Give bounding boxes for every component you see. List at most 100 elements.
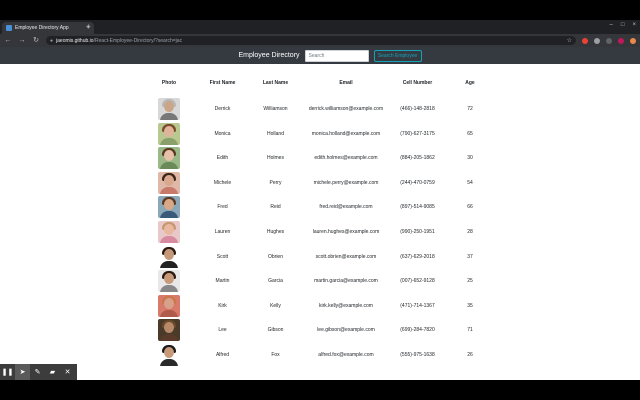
photo-shirt — [160, 285, 178, 293]
extension-icon[interactable] — [594, 37, 600, 44]
reload-icon[interactable]: ↻ — [32, 37, 40, 44]
cursor-icon[interactable]: ➤ — [15, 364, 30, 380]
photo-face — [164, 273, 174, 285]
cell-cell-number: (699)-284-7820 — [400, 327, 435, 334]
employee-photo — [158, 98, 180, 120]
pause-icon[interactable]: ❚❚ — [0, 364, 15, 380]
table-header: Photo First Name Last Name Email Cell Nu… — [0, 78, 640, 88]
photo-face — [164, 248, 174, 260]
cell-last-name: Reid — [270, 204, 281, 211]
pen-icon[interactable]: ✎ — [30, 364, 45, 380]
employee-photo — [158, 196, 180, 219]
employee-photo — [158, 171, 180, 194]
cell-email: derrick.williamson@example.com — [308, 106, 384, 112]
eraser-icon[interactable]: ▰ — [45, 364, 60, 380]
cell-cell-number: (884)-205-1862 — [400, 155, 435, 162]
table-row: Lauren Hughes lauren.hughes@example.com (99… — [0, 221, 640, 245]
cell-cell-number: (007)-652-9128 — [400, 278, 435, 285]
employee-photo — [158, 122, 180, 145]
favicon-icon — [6, 25, 12, 31]
cell-age: 35 — [467, 302, 473, 309]
photo-face — [164, 224, 174, 235]
cell-last-name: Obrien — [267, 253, 283, 260]
window-close-icon[interactable]: × — [632, 22, 636, 28]
cell-first-name: Edith — [216, 155, 229, 162]
cell-cell-number: (466)-148-2818 — [400, 106, 435, 112]
cell-email: fred.reid@example.com — [319, 204, 373, 211]
forward-icon[interactable]: → — [18, 37, 26, 44]
photo-shirt — [160, 260, 178, 268]
cell-age: 25 — [467, 278, 473, 285]
close-icon[interactable]: ✕ — [60, 364, 75, 380]
url-path: /React-Employee-Directory/?search=jac — [93, 37, 183, 44]
cell-email: monica.holland@example.com — [311, 130, 381, 137]
browser-toolbar: ← → ↻ ● jaeomis.github.io/React-Employee… — [0, 34, 640, 47]
cell-first-name: Scott — [216, 253, 229, 260]
search-input[interactable] — [304, 49, 369, 62]
back-icon[interactable]: ← — [4, 37, 12, 44]
cell-email: kirk.kelly@example.com — [319, 302, 373, 309]
table-row: Derrick Williamson derrick.williamson@exam… — [0, 98, 640, 122]
cell-age: 66 — [467, 204, 473, 211]
photo-face — [164, 150, 174, 162]
photo-shirt — [160, 359, 178, 366]
page-content: Photo First Name Last Name Email Cell Nu… — [0, 64, 640, 380]
url-text: jaeomis.github.io/React-Employee-Directo… — [56, 38, 182, 44]
cell-email: lauren.hughes@example.com — [312, 229, 380, 235]
cell-first-name: Fred — [217, 204, 228, 211]
search-employee-button[interactable]: Search Employee — [373, 49, 422, 62]
cell-first-name: Michele — [213, 179, 232, 186]
minimize-icon[interactable]: – — [610, 22, 613, 28]
photo-face — [164, 101, 174, 112]
column-header-photo[interactable]: Photo — [158, 78, 180, 88]
column-header-cell-number[interactable]: Cell Number — [390, 78, 445, 88]
photo-face — [164, 125, 174, 137]
cell-cell-number: (990)-250-1951 — [400, 229, 435, 235]
cell-email: michele.perry@example.com — [313, 179, 379, 186]
photo-shirt — [160, 211, 178, 219]
cell-last-name: Holmes — [267, 155, 284, 162]
extension-icon[interactable] — [630, 37, 636, 44]
new-tab-icon[interactable]: + — [86, 22, 91, 32]
cell-email: alfred.fox@example.com — [318, 352, 374, 358]
extension-icon[interactable] — [606, 37, 612, 44]
column-header-first-name[interactable]: First Name — [195, 78, 250, 88]
employee-photo — [158, 344, 180, 366]
photo-shirt — [160, 186, 178, 194]
column-header-age[interactable]: Age — [450, 78, 490, 88]
photo-shirt — [160, 113, 178, 120]
cell-age: 28 — [467, 229, 473, 235]
cell-last-name: Hughes — [266, 229, 285, 235]
cell-cell-number: (244)-470-0759 — [400, 179, 435, 186]
table-row: Martin Garcia martin.garcia@example.com (00… — [0, 270, 640, 294]
browser-tab[interactable]: Employee Directory App × — [2, 22, 94, 34]
column-header-last-name[interactable]: Last Name — [248, 78, 303, 88]
cell-email: edith.holmes@example.com — [314, 155, 378, 162]
photo-shirt — [160, 137, 178, 145]
table-row: Michele Perry michele.perry@example.com (24… — [0, 171, 640, 196]
table-row: Monica Holland monica.holland@example.com (… — [0, 122, 640, 147]
cell-last-name: Garcia — [268, 278, 283, 285]
photo-shirt — [160, 309, 178, 317]
app-navbar: Employee Directory Search Employee — [0, 47, 640, 64]
cell-last-name: Holland — [267, 130, 284, 137]
cell-email: scott.obrien@example.com — [315, 253, 377, 260]
cell-cell-number: (790)-627-3175 — [400, 130, 435, 137]
cell-last-name: Gibson — [267, 327, 284, 334]
extension-icon[interactable] — [582, 37, 588, 44]
bookmark-star-icon[interactable]: ☆ — [567, 37, 572, 44]
address-bar[interactable]: ● jaeomis.github.io/React-Employee-Direc… — [46, 36, 576, 45]
cell-cell-number: (897)-514-9085 — [400, 204, 435, 211]
table-row: Fred Reid fred.reid@example.com (897)-514-9… — [0, 196, 640, 220]
cell-age: 72 — [467, 106, 473, 112]
photo-face — [164, 322, 174, 334]
profile-avatar[interactable] — [618, 37, 624, 44]
maximize-icon[interactable]: □ — [621, 22, 625, 28]
photo-shirt — [160, 236, 178, 243]
cell-first-name: Derrick — [214, 106, 231, 112]
cell-last-name: Williamson — [263, 106, 288, 112]
photo-face — [164, 174, 174, 186]
cell-first-name: Alfred — [215, 352, 230, 358]
column-header-email[interactable]: Email — [300, 78, 392, 88]
cell-age: 65 — [467, 130, 473, 137]
